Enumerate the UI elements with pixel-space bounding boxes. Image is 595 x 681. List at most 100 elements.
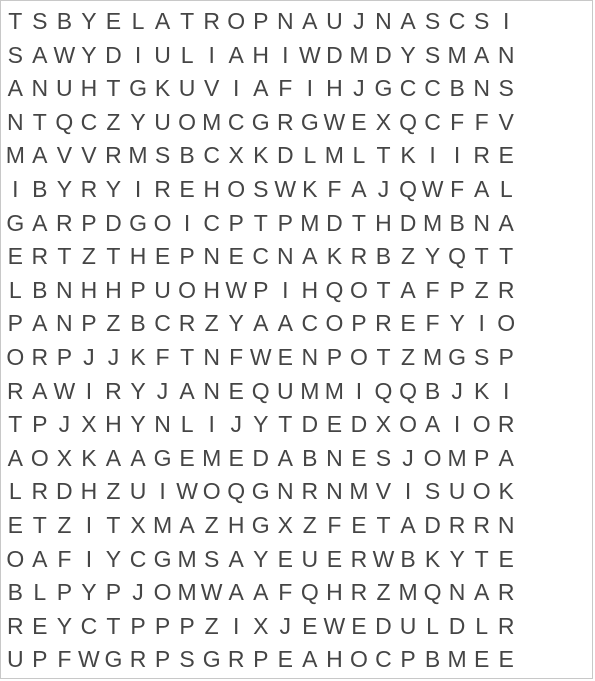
letter-cell[interactable]: O — [199, 475, 224, 509]
letter-cell[interactable]: M — [420, 341, 445, 375]
letter-cell[interactable]: P — [175, 240, 200, 274]
letter-cell[interactable]: R — [298, 475, 323, 509]
letter-cell[interactable]: U — [273, 375, 298, 409]
letter-cell[interactable]: R — [445, 509, 470, 543]
letter-cell[interactable]: K — [298, 173, 323, 207]
letter-cell[interactable]: T — [3, 5, 28, 39]
letter-cell[interactable]: L — [298, 139, 323, 173]
letter-cell[interactable]: C — [199, 207, 224, 241]
letter-cell[interactable]: C — [77, 610, 102, 644]
letter-cell[interactable]: M — [199, 106, 224, 140]
letter-cell[interactable]: K — [396, 139, 421, 173]
letter-cell[interactable]: C — [420, 106, 445, 140]
letter-cell[interactable]: P — [469, 442, 494, 476]
letter-cell[interactable]: B — [420, 375, 445, 409]
letter-cell[interactable]: P — [273, 207, 298, 241]
letter-cell[interactable]: A — [224, 543, 249, 577]
letter-cell[interactable]: A — [28, 207, 53, 241]
letter-cell[interactable]: W — [248, 341, 273, 375]
letter-cell[interactable]: F — [273, 72, 298, 106]
letter-cell[interactable]: R — [101, 375, 126, 409]
letter-cell[interactable]: A — [298, 643, 323, 677]
letter-cell[interactable]: R — [494, 408, 519, 442]
letter-cell[interactable]: T — [273, 408, 298, 442]
letter-cell[interactable]: O — [3, 341, 28, 375]
letter-cell[interactable]: Z — [469, 274, 494, 308]
letter-cell[interactable]: I — [273, 39, 298, 73]
letter-cell[interactable]: W — [322, 610, 347, 644]
letter-cell[interactable]: E — [224, 375, 249, 409]
letter-cell[interactable]: I — [396, 475, 421, 509]
letter-cell[interactable]: C — [371, 643, 396, 677]
letter-cell[interactable]: O — [347, 643, 372, 677]
letter-cell[interactable]: D — [371, 610, 396, 644]
letter-cell[interactable]: H — [101, 408, 126, 442]
letter-cell[interactable]: E — [347, 610, 372, 644]
letter-cell[interactable]: A — [224, 576, 249, 610]
letter-cell[interactable]: A — [28, 375, 53, 409]
letter-cell[interactable]: C — [150, 307, 175, 341]
letter-cell[interactable]: N — [273, 240, 298, 274]
letter-cell[interactable]: V — [371, 475, 396, 509]
letter-cell[interactable]: E — [469, 643, 494, 677]
letter-cell[interactable]: A — [175, 509, 200, 543]
letter-cell[interactable]: I — [494, 375, 519, 409]
letter-cell[interactable]: P — [52, 341, 77, 375]
letter-cell[interactable]: M — [298, 375, 323, 409]
letter-cell[interactable]: Z — [298, 509, 323, 543]
letter-cell[interactable]: P — [175, 610, 200, 644]
letter-cell[interactable]: Q — [298, 576, 323, 610]
letter-cell[interactable]: R — [199, 5, 224, 39]
letter-cell[interactable]: I — [77, 375, 102, 409]
letter-cell[interactable]: L — [3, 475, 28, 509]
letter-cell[interactable]: I — [126, 173, 151, 207]
letter-cell[interactable]: M — [445, 39, 470, 73]
letter-cell[interactable]: H — [77, 475, 102, 509]
letter-cell[interactable]: Q — [396, 375, 421, 409]
letter-cell[interactable]: R — [494, 274, 519, 308]
letter-cell[interactable]: A — [298, 5, 323, 39]
letter-cell[interactable]: T — [494, 240, 519, 274]
letter-cell[interactable]: F — [273, 576, 298, 610]
letter-cell[interactable]: C — [77, 106, 102, 140]
letter-cell[interactable]: O — [28, 442, 53, 476]
letter-cell[interactable]: F — [445, 173, 470, 207]
letter-cell[interactable]: O — [420, 442, 445, 476]
letter-cell[interactable]: A — [494, 207, 519, 241]
letter-cell[interactable]: H — [199, 274, 224, 308]
letter-cell[interactable]: U — [126, 475, 151, 509]
letter-cell[interactable]: Y — [248, 543, 273, 577]
letter-cell[interactable]: X — [371, 408, 396, 442]
letter-cell[interactable]: L — [28, 576, 53, 610]
letter-cell[interactable]: F — [322, 509, 347, 543]
letter-cell[interactable]: Z — [101, 106, 126, 140]
letter-cell[interactable]: H — [322, 643, 347, 677]
letter-cell[interactable]: P — [77, 207, 102, 241]
letter-cell[interactable]: F — [469, 106, 494, 140]
letter-cell[interactable]: L — [469, 610, 494, 644]
letter-cell[interactable]: T — [371, 139, 396, 173]
letter-cell[interactable]: T — [371, 509, 396, 543]
letter-cell[interactable]: F — [150, 341, 175, 375]
letter-cell[interactable]: N — [3, 106, 28, 140]
letter-cell[interactable]: D — [101, 39, 126, 73]
letter-cell[interactable]: M — [126, 139, 151, 173]
letter-cell[interactable]: Z — [396, 240, 421, 274]
letter-cell[interactable]: R — [371, 307, 396, 341]
letter-cell[interactable]: J — [77, 341, 102, 375]
letter-cell[interactable]: U — [175, 72, 200, 106]
letter-cell[interactable]: P — [396, 643, 421, 677]
letter-cell[interactable]: G — [3, 207, 28, 241]
letter-cell[interactable]: U — [52, 72, 77, 106]
letter-cell[interactable]: Q — [52, 106, 77, 140]
letter-cell[interactable]: E — [494, 139, 519, 173]
letter-cell[interactable]: I — [126, 39, 151, 73]
letter-cell[interactable]: A — [126, 442, 151, 476]
letter-cell[interactable]: A — [396, 509, 421, 543]
letter-cell[interactable]: R — [347, 543, 372, 577]
letter-cell[interactable]: J — [52, 408, 77, 442]
letter-cell[interactable]: Y — [445, 543, 470, 577]
letter-cell[interactable]: K — [77, 442, 102, 476]
letter-cell[interactable]: D — [298, 408, 323, 442]
letter-cell[interactable]: M — [150, 509, 175, 543]
